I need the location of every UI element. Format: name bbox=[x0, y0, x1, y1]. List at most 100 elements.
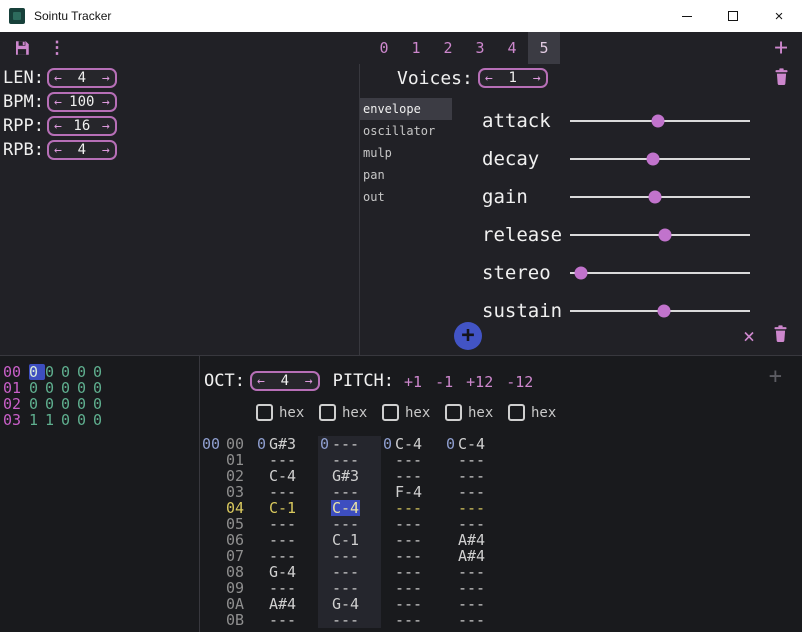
hex-checkbox[interactable] bbox=[508, 404, 525, 421]
oct-decrement-arrow-icon[interactable]: ← bbox=[252, 375, 270, 388]
order-cell[interactable]: 0 bbox=[77, 396, 93, 412]
gain-slider-knob[interactable] bbox=[648, 191, 661, 204]
track-2-cell[interactable]: C-4 bbox=[318, 500, 381, 516]
track-3-cell[interactable]: --- bbox=[381, 452, 444, 468]
track-2-cell[interactable]: --- bbox=[318, 580, 381, 596]
rpb-decrement-arrow-icon[interactable]: ← bbox=[49, 144, 67, 157]
pitch-button-+12[interactable]: +12 bbox=[466, 373, 493, 391]
hex-checkbox[interactable] bbox=[382, 404, 399, 421]
order-cell[interactable]: 0 bbox=[93, 412, 109, 428]
order-cell[interactable]: 1 bbox=[29, 412, 45, 428]
track-3-cell[interactable]: --- bbox=[381, 612, 444, 628]
track-4-cell[interactable]: --- bbox=[444, 596, 507, 612]
order-cell[interactable]: 0 bbox=[29, 380, 45, 396]
attack-slider[interactable] bbox=[570, 120, 750, 122]
oct-increment-arrow-icon[interactable]: → bbox=[300, 375, 318, 388]
decay-slider-knob[interactable] bbox=[646, 153, 659, 166]
pitch-button-+1[interactable]: +1 bbox=[404, 373, 422, 391]
track-1-cell[interactable]: --- bbox=[255, 484, 318, 500]
track-1-cell[interactable]: --- bbox=[255, 548, 318, 564]
track-3-cell[interactable]: --- bbox=[381, 596, 444, 612]
track-2-cell[interactable]: C-1 bbox=[318, 532, 381, 548]
unit-item-oscillator[interactable]: oscillator bbox=[360, 120, 452, 142]
order-cell[interactable]: 0 bbox=[61, 412, 77, 428]
track-1-cell[interactable]: --- bbox=[255, 532, 318, 548]
disable-unit-button[interactable]: × bbox=[743, 326, 755, 346]
hex-checkbox[interactable] bbox=[256, 404, 273, 421]
pitch-button--1[interactable]: -1 bbox=[435, 373, 453, 391]
track-3-cell[interactable]: --- bbox=[381, 468, 444, 484]
maximize-button[interactable] bbox=[710, 0, 756, 32]
order-cell[interactable]: 0 bbox=[77, 364, 93, 380]
track-4-cell[interactable]: --- bbox=[444, 468, 507, 484]
track-1-cell[interactable]: 0G#3 bbox=[255, 436, 318, 452]
order-cell[interactable]: 0 bbox=[45, 380, 61, 396]
track-1-cell[interactable]: C-1 bbox=[255, 500, 318, 516]
sustain-slider-knob[interactable] bbox=[657, 305, 670, 318]
order-cell[interactable]: 0 bbox=[77, 412, 93, 428]
bpm-decrement-arrow-icon[interactable]: ← bbox=[49, 96, 67, 109]
tab-1[interactable]: 1 bbox=[400, 32, 432, 64]
order-cell[interactable]: 0 bbox=[77, 380, 93, 396]
save-button[interactable] bbox=[9, 35, 35, 61]
len-decrement-arrow-icon[interactable]: ← bbox=[49, 72, 67, 85]
unit-item-out[interactable]: out bbox=[360, 186, 452, 208]
order-cell[interactable]: 0 bbox=[61, 396, 77, 412]
release-slider-knob[interactable] bbox=[659, 229, 672, 242]
track-4-cell[interactable]: 0C-4 bbox=[444, 436, 507, 452]
order-cell[interactable]: 0 bbox=[61, 364, 77, 380]
track-1-cell[interactable]: --- bbox=[255, 452, 318, 468]
track-4-cell[interactable]: A#4 bbox=[444, 548, 507, 564]
track-2-cell[interactable]: --- bbox=[318, 516, 381, 532]
track-4-cell[interactable]: --- bbox=[444, 500, 507, 516]
order-cell[interactable]: 1 bbox=[45, 412, 61, 428]
sustain-slider[interactable] bbox=[570, 310, 750, 312]
tab-2[interactable]: 2 bbox=[432, 32, 464, 64]
track-3-cell[interactable]: --- bbox=[381, 516, 444, 532]
track-2-cell[interactable]: --- bbox=[318, 452, 381, 468]
tab-4[interactable]: 4 bbox=[496, 32, 528, 64]
hex-checkbox[interactable] bbox=[445, 404, 462, 421]
release-slider[interactable] bbox=[570, 234, 750, 236]
track-2-cell[interactable]: 0--- bbox=[318, 436, 381, 452]
rpp-increment-arrow-icon[interactable]: → bbox=[97, 120, 115, 133]
hex-checkbox[interactable] bbox=[319, 404, 336, 421]
track-3-cell[interactable]: --- bbox=[381, 564, 444, 580]
menu-button[interactable]: ⋮ bbox=[44, 35, 70, 61]
stereo-slider-knob[interactable] bbox=[574, 267, 587, 280]
track-4-cell[interactable]: --- bbox=[444, 516, 507, 532]
track-2-cell[interactable]: --- bbox=[318, 612, 381, 628]
track-1-cell[interactable]: --- bbox=[255, 580, 318, 596]
track-4-cell[interactable]: A#4 bbox=[444, 532, 507, 548]
track-1-cell[interactable]: A#4 bbox=[255, 596, 318, 612]
track-4-cell[interactable]: --- bbox=[444, 580, 507, 596]
voices-increment-arrow-icon[interactable]: → bbox=[528, 72, 546, 85]
track-4-cell[interactable]: --- bbox=[444, 452, 507, 468]
track-2-cell[interactable]: G#3 bbox=[318, 468, 381, 484]
len-increment-arrow-icon[interactable]: → bbox=[97, 72, 115, 85]
minimize-button[interactable] bbox=[664, 0, 710, 32]
track-4-cell[interactable]: --- bbox=[444, 612, 507, 628]
order-cell[interactable]: 0 bbox=[93, 396, 109, 412]
track-3-cell[interactable]: --- bbox=[381, 500, 444, 516]
order-cell[interactable]: 0 bbox=[93, 380, 109, 396]
rpp-decrement-arrow-icon[interactable]: ← bbox=[49, 120, 67, 133]
rpb-increment-arrow-icon[interactable]: → bbox=[97, 144, 115, 157]
attack-slider-knob[interactable] bbox=[652, 115, 665, 128]
unit-item-envelope[interactable]: envelope bbox=[360, 98, 452, 120]
decay-slider[interactable] bbox=[570, 158, 750, 160]
order-cell[interactable]: 0 bbox=[29, 364, 45, 380]
unit-item-pan[interactable]: pan bbox=[360, 164, 452, 186]
stereo-slider[interactable] bbox=[570, 272, 750, 274]
order-cell[interactable]: 0 bbox=[29, 396, 45, 412]
track-2-cell[interactable]: G-4 bbox=[318, 596, 381, 612]
track-2-cell[interactable]: --- bbox=[318, 548, 381, 564]
track-3-cell[interactable]: --- bbox=[381, 580, 444, 596]
track-2-cell[interactable]: --- bbox=[318, 564, 381, 580]
delete-instrument-button[interactable] bbox=[773, 67, 790, 90]
add-unit-button[interactable]: + bbox=[454, 322, 482, 350]
unit-item-mulp[interactable]: mulp bbox=[360, 142, 452, 164]
track-3-cell[interactable]: 0C-4 bbox=[381, 436, 444, 452]
track-1-cell[interactable]: --- bbox=[255, 612, 318, 628]
track-1-cell[interactable]: G-4 bbox=[255, 564, 318, 580]
